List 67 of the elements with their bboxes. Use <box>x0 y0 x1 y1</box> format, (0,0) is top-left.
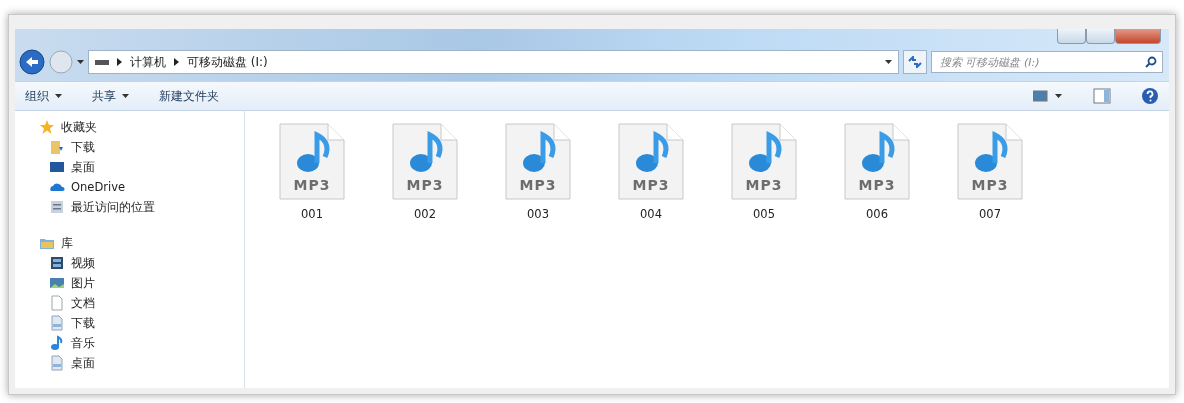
document-icon <box>49 315 65 331</box>
search-field[interactable]: 搜索 可移动磁盘 (I:) <box>931 51 1163 73</box>
document-icon <box>49 295 65 311</box>
film-icon <box>49 255 65 271</box>
mp3-file-icon: MP3 <box>730 123 798 201</box>
maximize-button[interactable] <box>1086 29 1115 44</box>
sidebar-item[interactable]: 桌面 <box>39 353 244 373</box>
file-name: 005 <box>753 207 775 221</box>
sidebar-item[interactable]: 文档 <box>39 293 244 313</box>
file-item[interactable]: MP3 001 <box>277 123 347 221</box>
address-bar[interactable]: 计算机 可移动磁盘 (I:) <box>88 50 899 74</box>
mp3-file-icon: MP3 <box>617 123 685 201</box>
caret-icon <box>122 94 129 98</box>
search-icon <box>1145 56 1157 68</box>
file-item[interactable]: MP3 005 <box>729 123 799 221</box>
sidebar-item[interactable]: OneDrive <box>39 177 244 197</box>
back-button[interactable] <box>19 49 45 75</box>
chevron-icon <box>174 58 179 66</box>
mp3-file-icon: MP3 <box>278 123 346 201</box>
toolbar-button[interactable]: 新建文件夹 <box>159 87 219 105</box>
toolbar-button[interactable]: 共享 <box>92 87 129 105</box>
minimize-button[interactable] <box>1057 29 1086 44</box>
preview-pane-icon[interactable] <box>1093 88 1111 104</box>
file-item[interactable]: MP3 003 <box>503 123 573 221</box>
view-options-icon[interactable] <box>1033 89 1063 103</box>
sidebar-item[interactable]: 库 <box>39 233 244 253</box>
image-icon <box>49 275 65 291</box>
sidebar-item[interactable]: 收藏夹 <box>39 117 244 137</box>
document-icon <box>49 355 65 371</box>
music-note-icon <box>49 335 65 351</box>
toolbar-button[interactable]: 组织 <box>25 87 62 105</box>
file-name: 001 <box>301 207 323 221</box>
sidebar-item[interactable]: 音乐 <box>39 333 244 353</box>
caret-icon <box>885 60 892 64</box>
monitor-icon <box>49 159 65 175</box>
mp3-file-icon: MP3 <box>956 123 1024 201</box>
sidebar-item[interactable]: 桌面 <box>39 157 244 177</box>
mp3-file-icon: MP3 <box>504 123 572 201</box>
refresh-icon <box>908 56 922 68</box>
breadcrumb-item[interactable]: 可移动磁盘 (I:) <box>187 53 268 71</box>
file-name: 003 <box>527 207 549 221</box>
drive-icon <box>95 59 109 65</box>
sidebar-item[interactable]: 图片 <box>39 273 244 293</box>
refresh-button[interactable] <box>903 50 927 74</box>
file-name: 006 <box>866 207 888 221</box>
sidebar-item[interactable]: 下载 <box>39 313 244 333</box>
file-name: 002 <box>414 207 436 221</box>
file-item[interactable]: MP3 004 <box>616 123 686 221</box>
caret-icon <box>77 60 84 64</box>
mp3-file-icon: MP3 <box>391 123 459 201</box>
mp3-file-icon: MP3 <box>843 123 911 201</box>
file-name: 004 <box>640 207 662 221</box>
sidebar-item[interactable]: 最近访问的位置 <box>39 197 244 217</box>
file-name: 007 <box>979 207 1001 221</box>
sidebar-item[interactable]: 下载 <box>39 137 244 157</box>
caret-icon <box>55 94 62 98</box>
recent-places-icon <box>49 199 65 215</box>
chevron-icon <box>117 58 122 66</box>
folder-download-icon <box>49 139 65 155</box>
file-item[interactable]: MP3 006 <box>842 123 912 221</box>
help-icon[interactable] <box>1141 87 1159 105</box>
close-button[interactable] <box>1115 29 1161 44</box>
sidebar-item[interactable]: 视频 <box>39 253 244 273</box>
breadcrumb-item[interactable]: 计算机 <box>130 53 166 71</box>
file-item[interactable]: MP3 007 <box>955 123 1025 221</box>
star-icon <box>39 119 55 135</box>
file-item[interactable]: MP3 002 <box>390 123 460 221</box>
